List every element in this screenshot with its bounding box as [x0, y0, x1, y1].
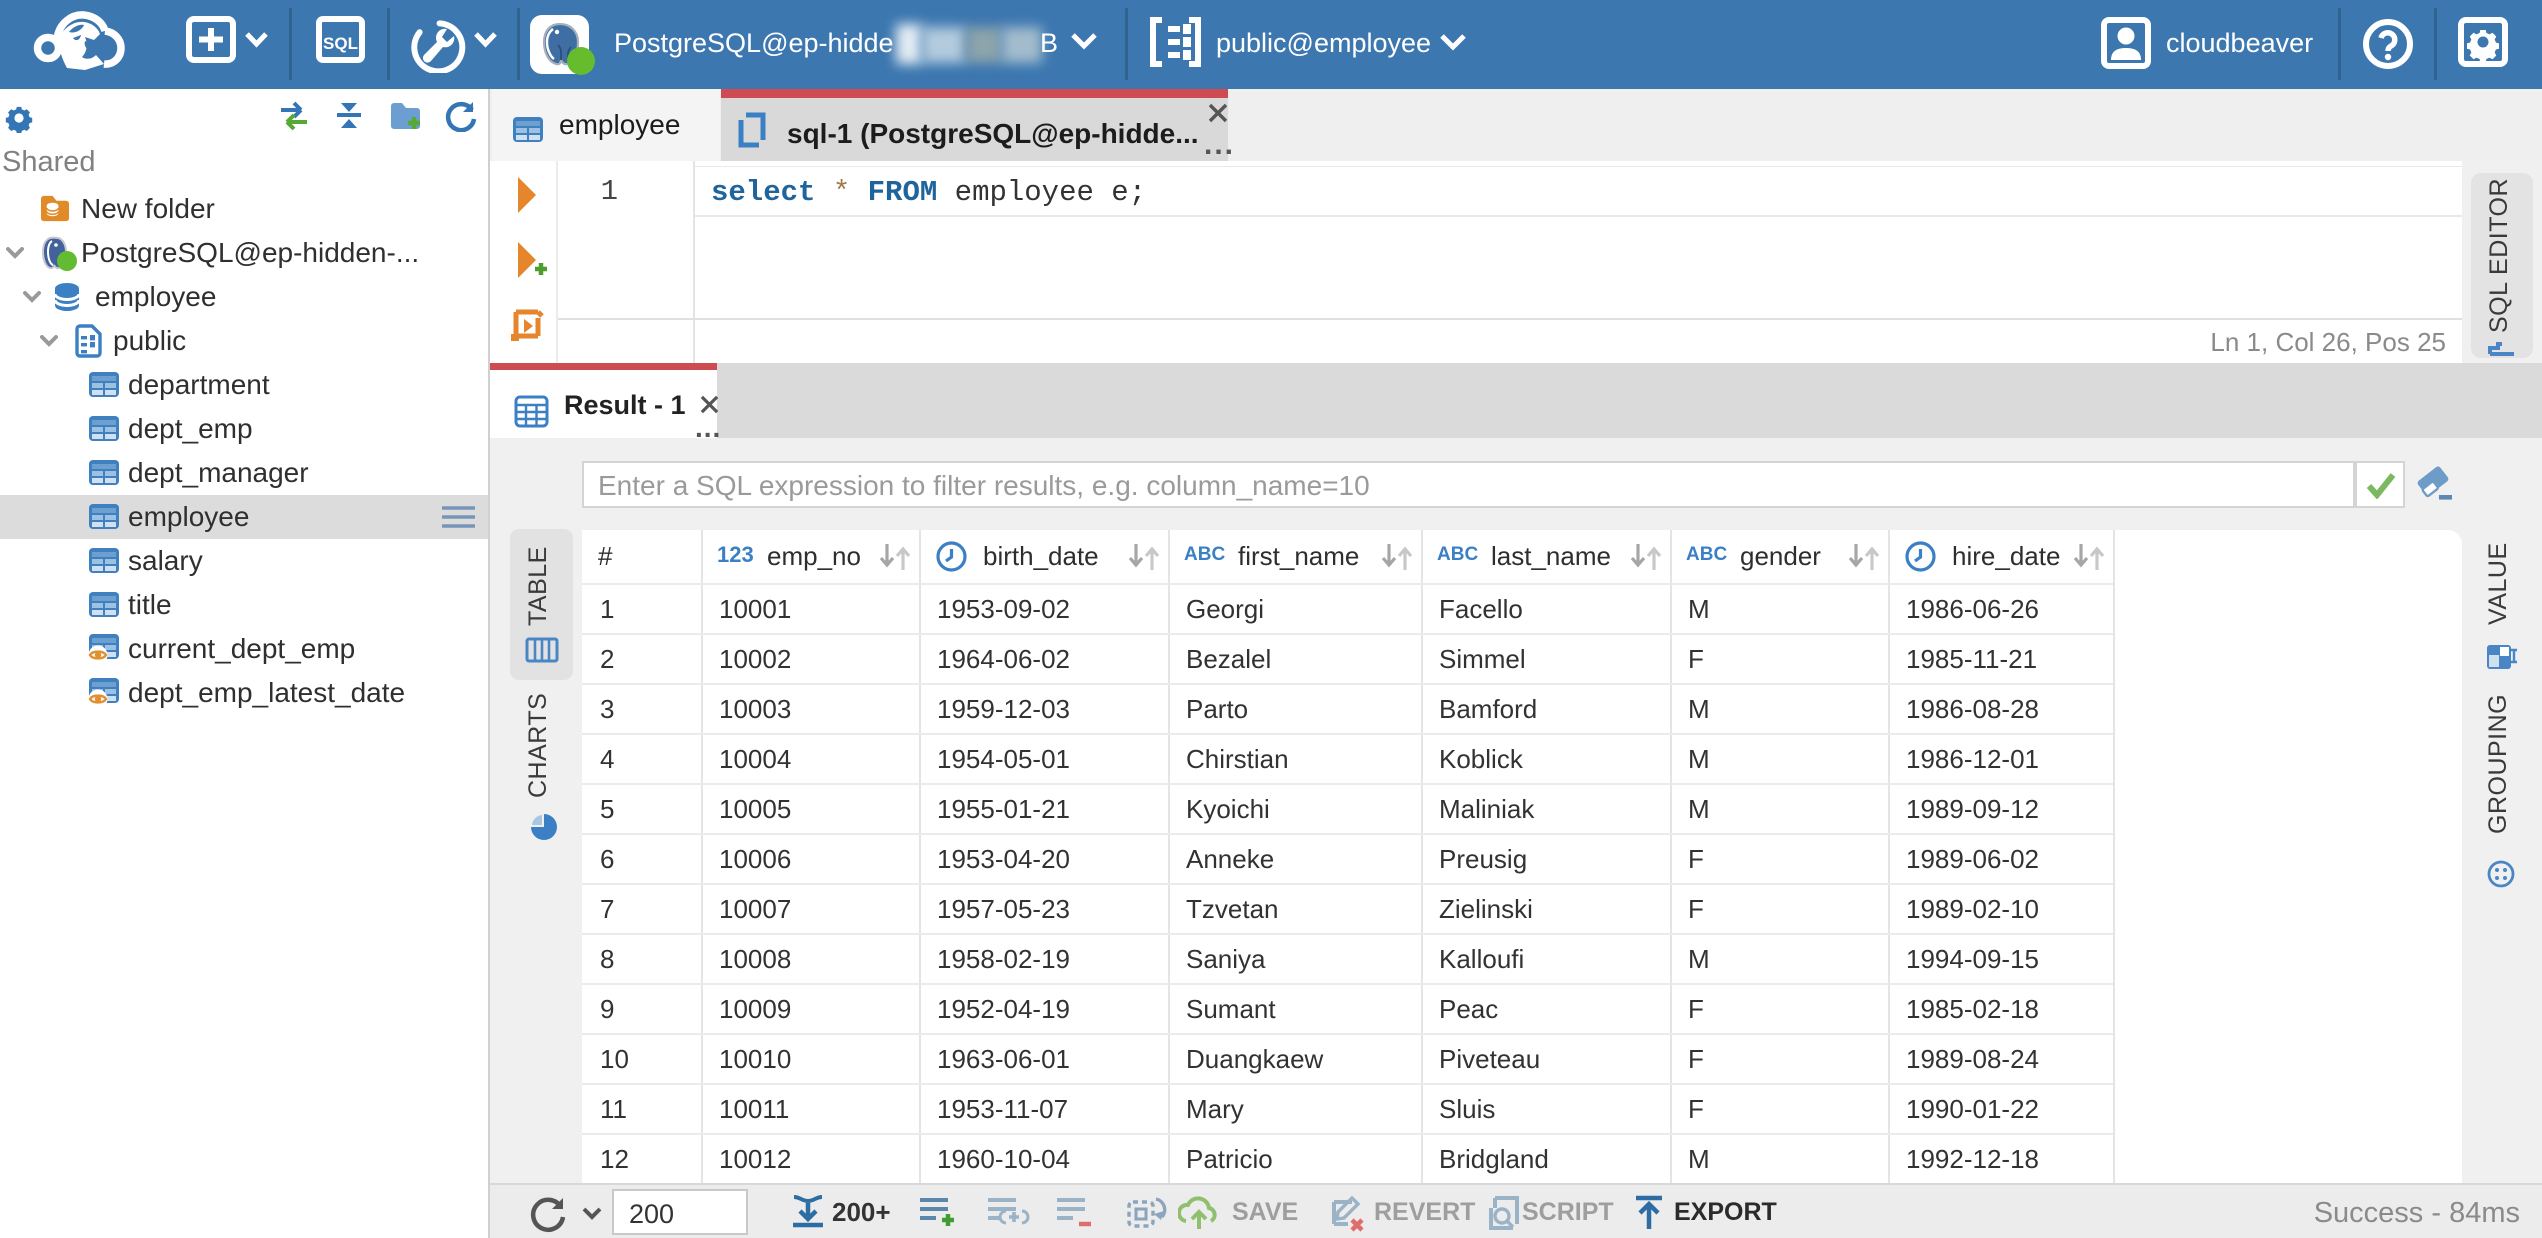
svg-text:SQL: SQL: [323, 34, 358, 53]
